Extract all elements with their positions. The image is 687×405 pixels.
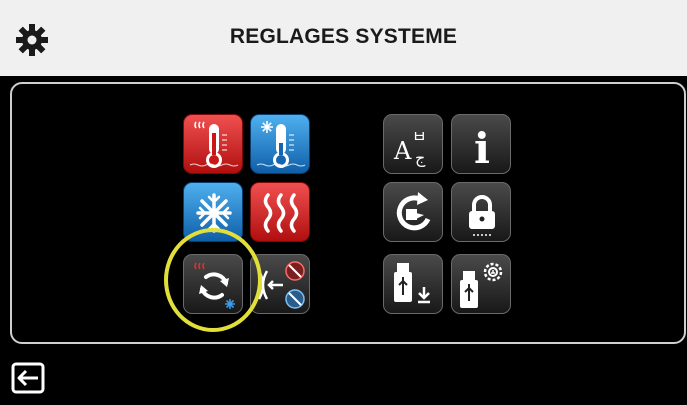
usb-export-button[interactable] — [383, 254, 443, 314]
page-title: REGLAGES SYSTEME — [229, 25, 458, 48]
info-icon: i — [474, 124, 490, 173]
lock-button[interactable] — [451, 182, 511, 242]
cold-thermometer-icon — [256, 121, 306, 168]
selection-highlight-ring — [164, 228, 262, 332]
header-bar: REGLAGES SYSTEME — [0, 0, 687, 76]
language-superscript: ㅂ — [412, 127, 427, 146]
cooling-thermometer-button[interactable] — [250, 114, 310, 174]
language-subscript: ج — [415, 148, 426, 168]
restart-icon — [396, 192, 431, 231]
heating-button[interactable] — [250, 182, 310, 242]
language-label: A — [393, 137, 412, 165]
usb-download-icon — [394, 263, 430, 304]
language-icon: A ㅂ ج — [393, 127, 427, 168]
heat-waves-icon — [263, 193, 299, 233]
usb-settings-button[interactable] — [451, 254, 511, 314]
usb-settings-icon — [460, 262, 503, 308]
information-button[interactable]: i — [451, 114, 511, 174]
heating-thermometer-button[interactable] — [183, 114, 243, 174]
language-button[interactable]: A ㅂ ج — [383, 114, 443, 174]
settings-panel — [10, 82, 686, 344]
heat-thermometer-icon — [189, 121, 239, 168]
info-label: i — [474, 124, 490, 173]
reset-button[interactable] — [383, 182, 443, 242]
lock-icon — [469, 195, 495, 236]
exit-icon[interactable] — [10, 360, 46, 396]
